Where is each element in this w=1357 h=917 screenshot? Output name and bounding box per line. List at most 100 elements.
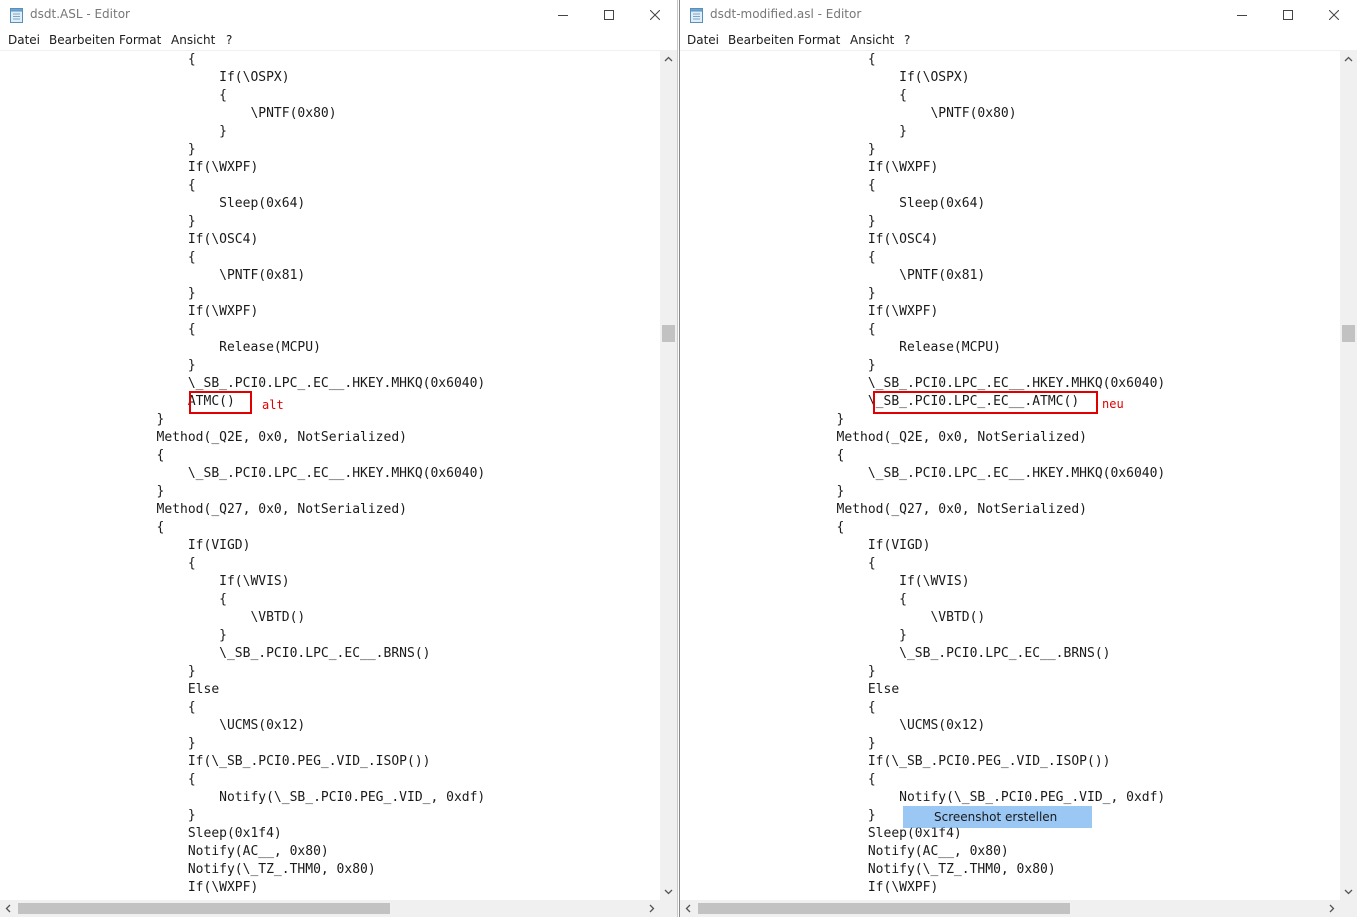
code-line: Method(_Q2E, 0x0, NotSerialized) (680, 430, 1087, 445)
maximize-button[interactable] (586, 0, 632, 30)
window-title: dsdt-modified.asl - Editor (710, 7, 862, 21)
close-icon (1329, 10, 1339, 20)
code-line: Method(_Q27, 0x0, NotSerialized) (680, 502, 1087, 517)
menu-datei[interactable]: Datei (687, 33, 719, 47)
notepad-icon (690, 8, 703, 23)
code-line: Sleep(0x64) (0, 196, 306, 211)
code-line: Else (0, 682, 220, 697)
menu-format[interactable]: Format (798, 33, 840, 47)
code-line: If(\_SB_.PCI0.PEG_.VID_.ISOP()) (680, 754, 1111, 769)
code-line: } (0, 628, 227, 643)
horizontal-scrollbar[interactable] (680, 900, 1340, 917)
code-line: } (0, 736, 196, 751)
code-line: If(\WVIS) (0, 574, 290, 589)
scroll-up-icon[interactable] (1340, 51, 1357, 68)
code-line: } (680, 808, 876, 823)
code-line: } (0, 124, 227, 139)
code-line: \PNTF(0x80) (0, 106, 337, 121)
code-line: If(\WXPF) (0, 304, 259, 319)
code-line: { (680, 556, 876, 571)
code-line: { (0, 322, 196, 337)
code-line: { (680, 178, 876, 193)
menu-bar: Datei Bearbeiten Format Ansicht ? (0, 31, 677, 51)
scroll-left-icon[interactable] (680, 900, 697, 917)
vertical-scroll-thumb[interactable] (1342, 325, 1355, 342)
title-bar[interactable]: dsdt-modified.asl - Editor (680, 0, 1357, 31)
maximize-icon (604, 10, 614, 20)
close-button[interactable] (1311, 0, 1357, 30)
code-line: { (0, 250, 196, 265)
code-line: } (680, 628, 907, 643)
scroll-right-icon[interactable] (643, 900, 660, 917)
code-line: If(\OSPX) (0, 70, 290, 85)
menu-bearbeiten[interactable]: Bearbeiten (49, 33, 115, 47)
title-bar[interactable]: dsdt.ASL - Editor (0, 0, 677, 31)
code-line: } (0, 358, 196, 373)
code-line: \UCMS(0x12) (0, 718, 306, 733)
code-line: { (680, 88, 907, 103)
code-line: } (680, 358, 876, 373)
code-line: If(\OSPX) (680, 70, 970, 85)
scroll-up-icon[interactable] (660, 51, 677, 68)
screenshot-tooltip[interactable]: Screenshot erstellen (903, 806, 1092, 828)
code-line: { (0, 88, 227, 103)
menu-datei[interactable]: Datei (8, 33, 40, 47)
text-editor-area[interactable]: If(\WXPF) Notify(\_TZ_.THM0, 0x80) Notif… (0, 51, 660, 900)
menu-ansicht[interactable]: Ansicht (850, 33, 894, 47)
code-line: { (680, 52, 876, 67)
code-line: { (0, 448, 165, 463)
vertical-scrollbar[interactable] (660, 51, 677, 900)
code-line: } (680, 142, 876, 157)
code-line: Notify(\_TZ_.THM0, 0x80) (680, 862, 1056, 877)
horizontal-scrollbar[interactable] (0, 900, 660, 917)
vertical-scroll-thumb[interactable] (662, 325, 675, 342)
highlight-box (873, 391, 1098, 414)
menu-help[interactable]: ? (226, 33, 232, 47)
code-line: If(\WXPF) (0, 880, 259, 895)
code-line: } (0, 286, 196, 301)
code-line: { (680, 322, 876, 337)
code-line: If(\WXPF) (680, 880, 939, 895)
code-line: If(\WVIS) (680, 574, 970, 589)
annotation-label: neu (1102, 397, 1124, 411)
code-line: } (0, 142, 196, 157)
minimize-button[interactable] (1219, 0, 1265, 30)
scroll-down-icon[interactable] (660, 883, 677, 900)
code-line: { (0, 772, 196, 787)
code-line: { (680, 448, 845, 463)
menu-bearbeiten[interactable]: Bearbeiten (728, 33, 794, 47)
code-line: Release(MCPU) (680, 340, 1001, 355)
code-line: Notify(\_SB_.PCI0.PEG_.VID_, 0xdf) (0, 790, 486, 805)
code-line: { (0, 556, 196, 571)
code-line: \_SB_.PCI0.LPC_.EC__.HKEY.MHKQ(0x6040) (680, 466, 1166, 481)
vertical-scrollbar[interactable] (1340, 51, 1357, 900)
menu-help[interactable]: ? (904, 33, 910, 47)
code-line: \UCMS(0x12) (680, 718, 986, 733)
code-line: } (0, 412, 165, 427)
code-line: { (680, 592, 907, 607)
menu-ansicht[interactable]: Ansicht (171, 33, 215, 47)
horizontal-scroll-thumb[interactable] (18, 903, 390, 914)
close-button[interactable] (632, 0, 677, 30)
maximize-button[interactable] (1265, 0, 1311, 30)
minimize-button[interactable] (540, 0, 586, 30)
code-line: } (0, 808, 196, 823)
code-line: } (680, 736, 876, 751)
code-line: \PNTF(0x81) (680, 268, 986, 283)
scroll-down-icon[interactable] (1340, 883, 1357, 900)
editor-window-left: dsdt.ASL - Editor Datei Bearbeiten Forma… (0, 0, 678, 917)
code-line: } (680, 124, 907, 139)
code-line: \_SB_.PCI0.LPC_.EC__.HKEY.MHKQ(0x6040) (0, 466, 486, 481)
code-line: Release(MCPU) (0, 340, 321, 355)
editor-window-right: dsdt-modified.asl - Editor Datei Bearbei… (679, 0, 1357, 917)
menu-bar: Datei Bearbeiten Format Ansicht ? (680, 31, 1357, 51)
horizontal-scroll-thumb[interactable] (698, 903, 1070, 914)
menu-format[interactable]: Format (119, 33, 161, 47)
code-line: Notify(\_SB_.PCI0.PEG_.VID_, 0xdf) (680, 790, 1166, 805)
scroll-left-icon[interactable] (0, 900, 17, 917)
scroll-right-icon[interactable] (1323, 900, 1340, 917)
text-editor-area[interactable]: If(\WXPF) Notify(\_TZ_.THM0, 0x80) Notif… (680, 51, 1340, 900)
code-line: If(\OSC4) (0, 232, 259, 247)
code-line: } (0, 214, 196, 229)
code-line: { (680, 250, 876, 265)
